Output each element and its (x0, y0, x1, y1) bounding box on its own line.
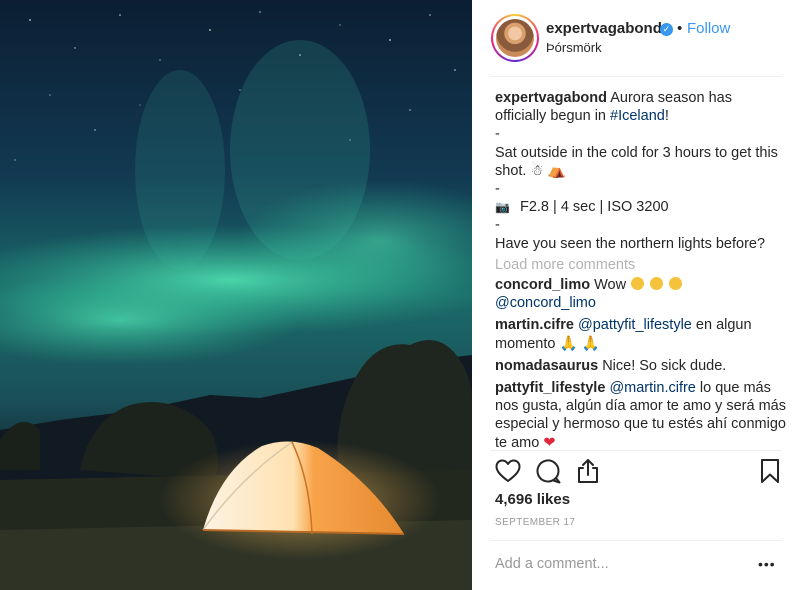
add-comment-input[interactable] (495, 553, 745, 575)
share-icon[interactable] (574, 457, 602, 485)
location-link[interactable]: Þórsmörk (546, 40, 602, 55)
snowman-emoji-icon: ☃ (530, 162, 544, 179)
comment-username[interactable]: concord_limo (495, 277, 590, 293)
camera-settings: F2.8 | 4 sec | ISO 3200 (519, 199, 669, 216)
likes-count[interactable]: 4,696 likes (495, 491, 570, 508)
action-bar (494, 457, 784, 487)
heart-eyes-emoji-icon (650, 277, 664, 291)
caption-username[interactable]: expertvagabond (495, 90, 607, 106)
more-options-icon[interactable]: ••• (758, 556, 776, 572)
tent-emoji-icon: ⛺ (547, 162, 566, 179)
aurora-tent-photo (0, 0, 472, 590)
bookmark-icon[interactable] (756, 457, 784, 485)
load-more-comments-button[interactable]: Load more comments (495, 256, 787, 274)
verified-badge-icon: ✓ (660, 23, 673, 36)
avatar[interactable] (491, 14, 539, 62)
comment-text: Nice! So sick dude. (602, 357, 727, 374)
caption-settings-line: 📷 F2.8 | 4 sec | ISO 3200 (495, 198, 787, 216)
caption-text-2-line: Sat outside in the cold for 3 hours to g… (495, 144, 787, 180)
post-side-panel: expertvagabond ✓ • Follow Þórsmörk exper… (472, 0, 800, 590)
post-photo[interactable] (0, 0, 472, 590)
header-separator: • (677, 20, 683, 37)
add-comment-divider (490, 540, 782, 541)
avatar-photo (496, 19, 534, 57)
comment-username[interactable]: nomadasaurus (495, 358, 598, 374)
mention-link[interactable]: @martin.cifre (609, 380, 695, 396)
praying-hands-emoji-icon: 🙏 (559, 335, 578, 352)
comment-bubble-icon[interactable] (534, 457, 562, 485)
hashtag-link[interactable]: #Iceland (610, 108, 665, 124)
comment: concord_limo Wow @concord_limo (495, 276, 787, 312)
heart-eyes-emoji-icon (631, 277, 645, 291)
avatar-ring-inner (493, 16, 537, 60)
mention-link[interactable]: @pattyfit_lifestyle (578, 317, 692, 333)
mention-link[interactable]: @concord_limo (495, 295, 596, 311)
comment-username[interactable]: martin.cifre (495, 317, 574, 333)
caption-dash: - (495, 217, 500, 234)
heart-emoji-icon: ❤ (543, 434, 556, 451)
header-username[interactable]: expertvagabond (546, 20, 662, 37)
follow-button[interactable]: Follow (687, 20, 730, 37)
caption-dash: - (495, 181, 500, 198)
comment-text: Wow (594, 277, 627, 294)
comments-section: expertvagabond Aurora season has officia… (495, 89, 787, 456)
praying-hands-emoji-icon: 🙏 (581, 335, 600, 352)
comment: nomadasaurus Nice! So sick dude. (495, 357, 787, 375)
caption-text-1-end: ! (664, 108, 669, 125)
header-divider (490, 76, 782, 77)
caption-text-3: Have you seen the northern lights before… (495, 235, 766, 252)
post-header: expertvagabond ✓ • Follow Þórsmörk (472, 0, 800, 76)
comment-username[interactable]: pattyfit_lifestyle (495, 380, 605, 396)
caption-dash: - (495, 126, 500, 143)
camera-icon: 📷 (495, 200, 510, 215)
post-date[interactable]: SEPTEMBER 17 (495, 517, 575, 528)
heart-eyes-emoji-icon (669, 277, 683, 291)
caption: expertvagabond Aurora season has officia… (495, 89, 787, 125)
comment: martin.cifre @pattyfit_lifestyle en algu… (495, 316, 787, 352)
actions-divider (490, 450, 782, 451)
like-heart-icon[interactable] (494, 457, 522, 485)
comment: pattyfit_lifestyle @martin.cifre lo que … (495, 379, 787, 452)
